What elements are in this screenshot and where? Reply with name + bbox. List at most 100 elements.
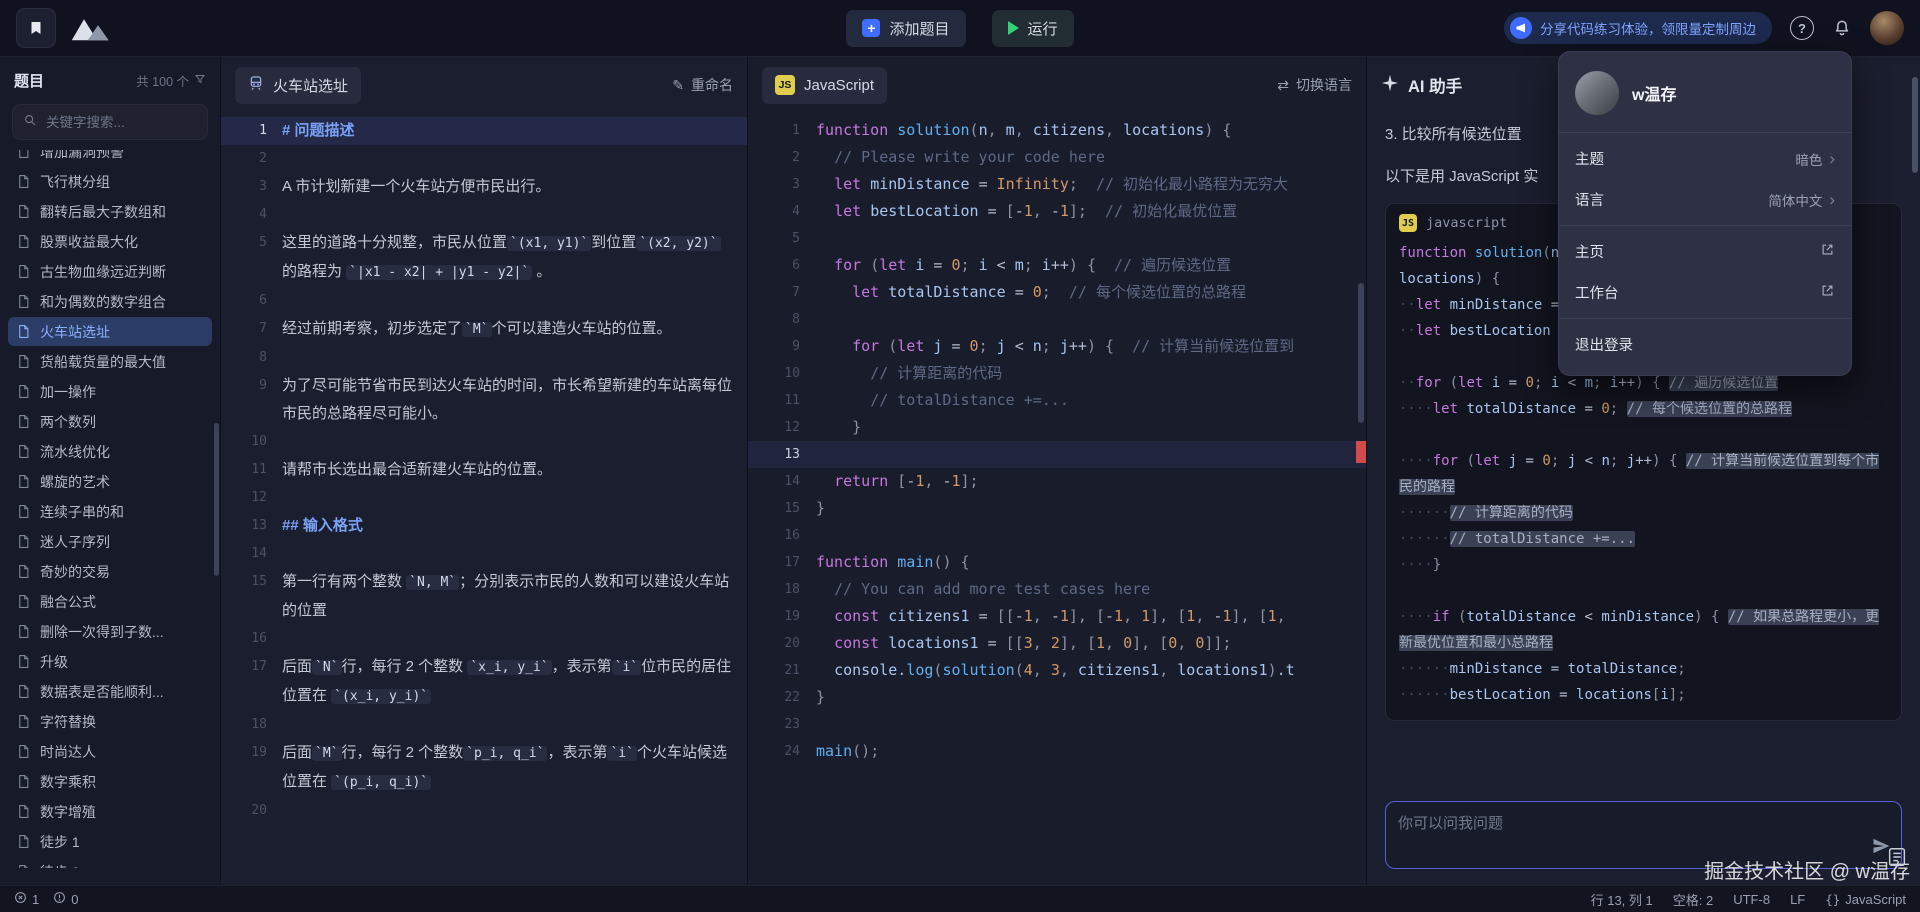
sidebar-item[interactable]: 徒步 2	[8, 857, 212, 868]
add-problem-button[interactable]: + 添加题目	[846, 10, 965, 47]
sidebar-item[interactable]: 飞行棋分组	[8, 167, 212, 196]
code-line[interactable]: 9 for (let j = 0; j < n; j++) { // 计算当前候…	[748, 333, 1366, 360]
code-line[interactable]: 13	[748, 441, 1366, 468]
language-mode[interactable]: {} JavaScript	[1825, 892, 1906, 907]
sidebar-item[interactable]: 货船载货量的最大值	[8, 347, 212, 376]
errors-indicator[interactable]: 1	[14, 891, 39, 907]
sidebar-item[interactable]: 古生物血缘远近判断	[8, 257, 212, 286]
user-avatar[interactable]	[1870, 11, 1904, 45]
code-line[interactable]: 15}	[748, 495, 1366, 522]
code-line[interactable]: 16	[748, 522, 1366, 549]
code-line[interactable]: 10 // 计算距离的代码	[748, 360, 1366, 387]
sidebar-item[interactable]: 股票收益最大化	[8, 227, 212, 256]
code-line[interactable]: 14 return [-1, -1];	[748, 468, 1366, 495]
help-icon[interactable]: ?	[1790, 16, 1814, 40]
code-line[interactable]: 7 let totalDistance = 0; // 每个候选位置的总路程	[748, 279, 1366, 306]
language-tab[interactable]: JS JavaScript	[762, 67, 887, 104]
markdown-line[interactable]: 17后面`N`行，每行 2 个整数 `x_i, y_i`，表示第`i`位市民的居…	[221, 653, 747, 711]
sidebar-item[interactable]: 徒步 1	[8, 827, 212, 856]
filter-icon[interactable]	[194, 73, 206, 88]
sidebar-item[interactable]: 数字增殖	[8, 797, 212, 826]
code-line[interactable]: 19 const citizens1 = [[-1, -1], [-1, 1],…	[748, 603, 1366, 630]
code-line[interactable]: 4 let bestLocation = [-1, -1]; // 初始化最优位…	[748, 198, 1366, 225]
sidebar-item[interactable]: 时尚达人	[8, 737, 212, 766]
sidebar-item[interactable]: 数字乘积	[8, 767, 212, 796]
markdown-line[interactable]: 13## 输入格式	[221, 512, 747, 540]
markdown-line[interactable]: 14	[221, 540, 747, 568]
sidebar-item[interactable]: 和为偶数的数字组合	[8, 287, 212, 316]
markdown-line[interactable]: 20	[221, 797, 747, 825]
editor-scrollbar[interactable]	[1358, 283, 1364, 423]
code-line[interactable]: 24main();	[748, 738, 1366, 765]
run-button[interactable]: 运行	[992, 10, 1074, 47]
sidebar-item[interactable]: 迷人子序列	[8, 527, 212, 556]
eol-setting[interactable]: LF	[1790, 892, 1805, 907]
markdown-line[interactable]: 1# 问题描述	[221, 117, 747, 145]
markdown-line[interactable]: 3A 市计划新建一个火车站方便市民出行。	[221, 173, 747, 201]
promo-banner[interactable]: 分享代码练习体验，领限量定制周边	[1504, 12, 1772, 44]
markdown-line[interactable]: 15第一行有两个整数 `N, M`；分别表示市民的人数和可以建设火车站的位置	[221, 568, 747, 625]
search-input[interactable]	[44, 114, 197, 131]
markdown-line[interactable]: 5这里的道路十分规整，市民从位置`(x1, y1)`到位置`(x2, y2)`的…	[221, 229, 747, 287]
sidebar-item[interactable]: 连续子串的和	[8, 497, 212, 526]
markdown-line[interactable]: 4	[221, 201, 747, 229]
chat-input-box[interactable]	[1385, 801, 1902, 869]
code-line[interactable]: 21 console.log(solution(4, 3, citizens1,…	[748, 657, 1366, 684]
sidebar-item[interactable]: 流水线优化	[8, 437, 212, 466]
code-line[interactable]: 17function main() {	[748, 549, 1366, 576]
code-line[interactable]: 22}	[748, 684, 1366, 711]
sidebar-item[interactable]: 奇妙的交易	[8, 557, 212, 586]
code-line[interactable]: 11 // totalDistance +=...	[748, 387, 1366, 414]
sidebar-item[interactable]: 螺旋的艺术	[8, 467, 212, 496]
markdown-line[interactable]: 9为了尽可能节省市民到达火车站的时间，市长希望新建的车站离每位市民的总路程尽可能…	[221, 372, 747, 428]
sidebar-item[interactable]: 两个数列	[8, 407, 212, 436]
markdown-line[interactable]: 7经过前期考察，初步选定了`M`个可以建造火车站的位置。	[221, 315, 747, 344]
cursor-position[interactable]: 行 13, 列 1	[1591, 890, 1653, 909]
sidebar-item[interactable]: 删除一次得到子数...	[8, 617, 212, 646]
sidebar-scrollbar[interactable]	[214, 423, 219, 576]
code-line[interactable]: 5	[748, 225, 1366, 252]
menu-item-language[interactable]: 语言 简体中文 ›	[1559, 179, 1851, 220]
code-line[interactable]: 2 // Please write your code here	[748, 144, 1366, 171]
brand-mountain-logo-icon[interactable]	[70, 13, 112, 43]
code-line[interactable]: 20 const locations1 = [[3, 2], [1, 0], […	[748, 630, 1366, 657]
menu-item-logout[interactable]: 退出登录	[1559, 324, 1851, 365]
code-line[interactable]: 12 }	[748, 414, 1366, 441]
markdown-line[interactable]: 6	[221, 287, 747, 315]
code-line[interactable]: 1function solution(n, m, citizens, locat…	[748, 117, 1366, 144]
sidebar-item[interactable]: 增加漏洞预警	[8, 150, 212, 166]
markdown-line[interactable]: 18	[221, 711, 747, 739]
code-line[interactable]: 18 // You can add more test cases here	[748, 576, 1366, 603]
markdown-line[interactable]: 11请帮市长选出最合适新建火车站的位置。	[221, 456, 747, 484]
notifications-bell-icon[interactable]	[1832, 18, 1852, 38]
code-editor[interactable]: 1function solution(n, m, citizens, locat…	[748, 113, 1366, 885]
markdown-line[interactable]: 19后面`M`行，每行 2 个整数`p_i, q_i`，表示第`i`个火车站候选…	[221, 739, 747, 797]
sidebar-item[interactable]: 火车站选址	[8, 317, 212, 346]
switch-language-button[interactable]: ⇄ 切换语言	[1277, 75, 1352, 95]
menu-item-workbench[interactable]: 工作台	[1559, 272, 1851, 313]
feedback-icon[interactable]	[1886, 846, 1908, 868]
ai-scrollbar[interactable]	[1912, 77, 1918, 173]
markdown-line[interactable]: 2	[221, 145, 747, 173]
markdown-line[interactable]: 12	[221, 484, 747, 512]
sidebar-item[interactable]: 融合公式	[8, 587, 212, 616]
sidebar-item[interactable]: 升级	[8, 647, 212, 676]
rename-button[interactable]: ✎ 重命名	[672, 75, 733, 95]
code-line[interactable]: 6 for (let i = 0; i < m; i++) { // 遍历候选位…	[748, 252, 1366, 279]
markdown-line[interactable]: 8	[221, 344, 747, 372]
markdown-line[interactable]: 16	[221, 625, 747, 653]
chat-input[interactable]	[1386, 802, 1901, 868]
app-logo-icon[interactable]	[16, 8, 56, 48]
code-line[interactable]: 3 let minDistance = Infinity; // 初始化最小路程…	[748, 171, 1366, 198]
indentation-setting[interactable]: 空格: 2	[1673, 890, 1713, 909]
warnings-indicator[interactable]: 0	[53, 891, 78, 907]
sidebar-item[interactable]: 加一操作	[8, 377, 212, 406]
menu-item-home[interactable]: 主页	[1559, 231, 1851, 272]
sidebar-item[interactable]: 字符替换	[8, 707, 212, 736]
problem-tab[interactable]: 火车站选址	[235, 67, 361, 104]
sidebar-item[interactable]: 数据表是否能顺利...	[8, 677, 212, 706]
code-line[interactable]: 8	[748, 306, 1366, 333]
sidebar-item[interactable]: 翻转后最大子数组和	[8, 197, 212, 226]
code-line[interactable]: 23	[748, 711, 1366, 738]
menu-item-theme[interactable]: 主题 暗色 ›	[1559, 138, 1851, 179]
